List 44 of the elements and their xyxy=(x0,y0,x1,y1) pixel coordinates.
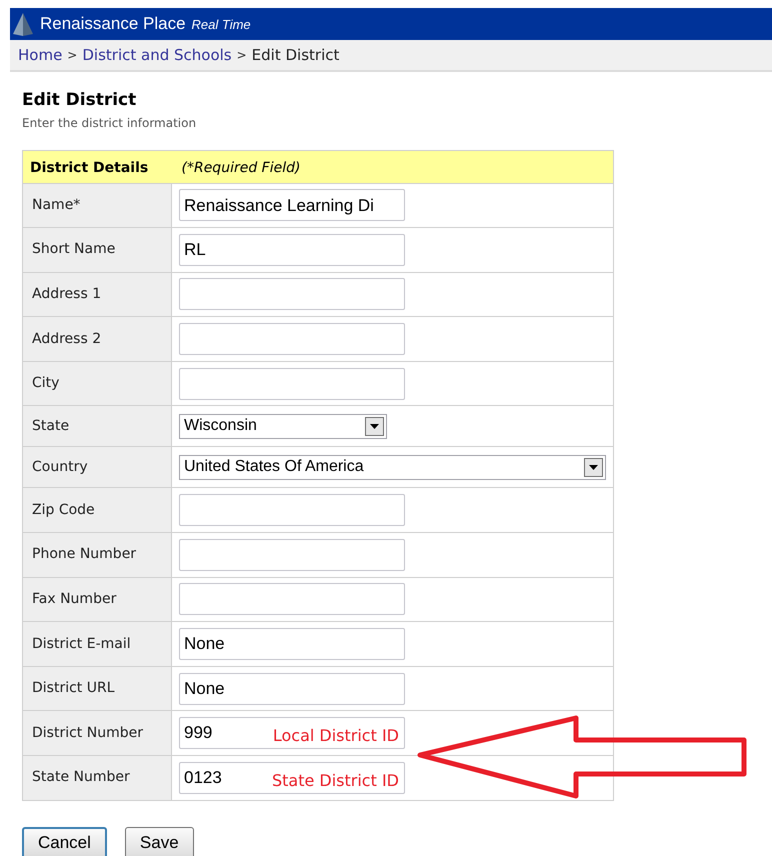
field-label: Fax Number xyxy=(22,577,172,622)
breadcrumb-current: Edit District xyxy=(252,44,340,66)
field-label: Address 1 xyxy=(22,272,172,317)
text-field[interactable] xyxy=(179,538,405,571)
text-field[interactable]: Renaissance Learning Di xyxy=(179,189,405,222)
text-field[interactable]: RL xyxy=(179,234,405,266)
app-tagline: Real Time xyxy=(192,16,251,34)
text-field[interactable]: None xyxy=(179,628,405,660)
text-field[interactable] xyxy=(179,323,405,356)
form-button[interactable]: Cancel xyxy=(22,826,107,856)
section-title: District Details xyxy=(30,160,148,176)
field-label: State xyxy=(22,406,172,447)
app-title: Renaissance Place xyxy=(40,13,186,36)
field-label: Short Name xyxy=(22,228,172,272)
field-label: Country xyxy=(22,446,172,488)
field-label: Zip Code xyxy=(22,488,172,533)
text-field[interactable]: 0123 State District ID xyxy=(179,762,405,794)
annotation-label: Local District ID xyxy=(272,725,399,748)
required-note: (*Required Field) xyxy=(182,160,300,176)
text-field[interactable] xyxy=(179,494,405,526)
field-label: Phone Number xyxy=(22,532,172,578)
text-field[interactable]: 999 Local District ID xyxy=(179,717,405,750)
dropdown[interactable]: United States Of America xyxy=(179,454,606,480)
breadcrumb-separator: > xyxy=(236,47,247,64)
annotation-label: State District ID xyxy=(272,770,399,792)
breadcrumb-separator: > xyxy=(67,47,78,64)
breadcrumb-link[interactable]: District and Schools xyxy=(82,44,232,66)
form-button[interactable]: Save xyxy=(124,826,194,856)
field-label: State Number xyxy=(22,756,172,800)
page-title: Edit District xyxy=(22,89,138,112)
text-field[interactable] xyxy=(179,583,405,616)
field-label: District URL xyxy=(22,666,172,711)
field-label: District E-mail xyxy=(22,622,172,666)
dropdown[interactable]: Wisconsin xyxy=(179,414,387,439)
breadcrumb-link[interactable]: Home xyxy=(18,44,62,66)
text-field[interactable] xyxy=(179,278,405,310)
page-subtitle: Enter the district information xyxy=(22,114,198,132)
pyramid-icon xyxy=(12,12,34,36)
text-field[interactable]: None xyxy=(179,672,405,705)
field-label: City xyxy=(22,361,172,406)
field-label: Address 2 xyxy=(22,316,172,362)
text-field[interactable] xyxy=(179,368,405,400)
field-label: Name* xyxy=(22,183,172,228)
field-label: District Number xyxy=(22,710,172,756)
